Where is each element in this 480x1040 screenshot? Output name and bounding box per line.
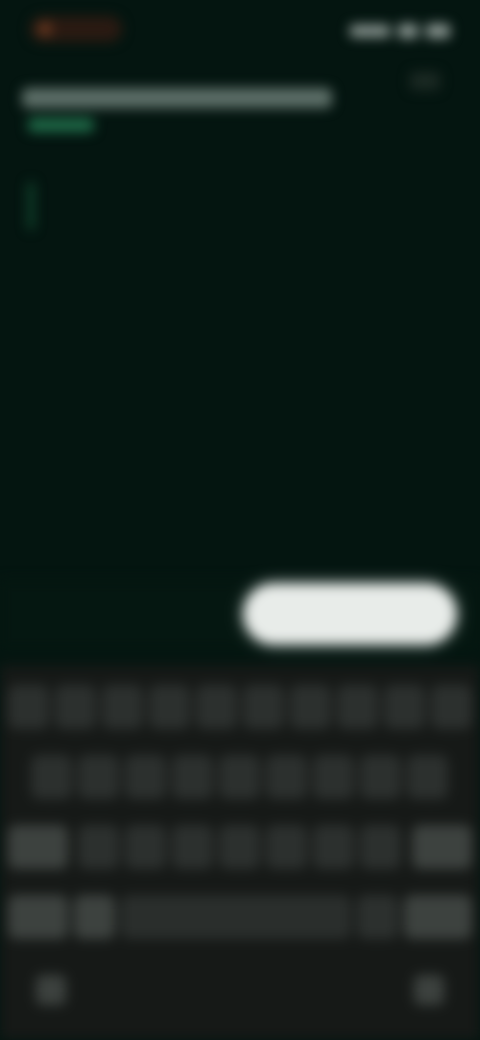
key-a[interactable] [31,755,72,799]
key-h[interactable] [266,755,307,799]
key-e[interactable] [102,685,143,729]
close-icon[interactable] [410,72,440,90]
recording-dot-icon [38,22,52,36]
key-k[interactable] [360,755,401,799]
key-m[interactable] [360,825,401,869]
key-j[interactable] [313,755,354,799]
key-r[interactable] [149,685,190,729]
signal-icon [350,25,390,37]
key-l[interactable] [407,755,448,799]
key-n[interactable] [313,825,354,869]
key-d[interactable] [125,755,166,799]
key-t[interactable] [196,685,237,729]
keyboard-hide-icon[interactable] [36,975,66,1005]
key-x[interactable] [125,825,166,869]
key-c[interactable] [172,825,213,869]
key-z[interactable] [78,825,119,869]
key-f[interactable] [172,755,213,799]
key-w[interactable] [55,685,96,729]
key-g[interactable] [219,755,260,799]
key-i[interactable] [337,685,378,729]
status-time-chip [30,16,122,42]
prompt-text [22,88,332,108]
key-123[interactable] [8,895,68,939]
key-shift[interactable] [8,825,68,869]
key-backspace[interactable] [412,825,472,869]
key-v[interactable] [219,825,260,869]
key-space[interactable] [121,895,351,939]
dialog-actions [0,580,480,650]
key-u[interactable] [290,685,331,729]
primary-button[interactable] [244,584,456,644]
keyboard-row-2 [0,755,480,811]
on-screen-keyboard [0,665,480,1040]
key-q[interactable] [8,685,49,729]
key-y[interactable] [243,685,284,729]
battery-icon [426,24,450,38]
status-bar [0,0,480,60]
secondary-button[interactable] [60,588,210,640]
status-icons [350,22,450,40]
text-cursor[interactable] [28,182,34,230]
wifi-icon [398,24,418,38]
keyboard-row-1 [0,685,480,741]
prompt-link[interactable] [28,118,94,132]
keyboard-row-3 [0,825,480,881]
key-o[interactable] [384,685,425,729]
key-s[interactable] [78,755,119,799]
key-.[interactable] [357,895,398,939]
keyboard-row-4 [0,895,480,951]
key-b[interactable] [266,825,307,869]
blurred-screen [0,0,480,1040]
keyboard-switch-icon[interactable] [414,975,444,1005]
key-p[interactable] [431,685,472,729]
key-enter[interactable] [404,895,472,939]
key-,[interactable] [74,895,115,939]
